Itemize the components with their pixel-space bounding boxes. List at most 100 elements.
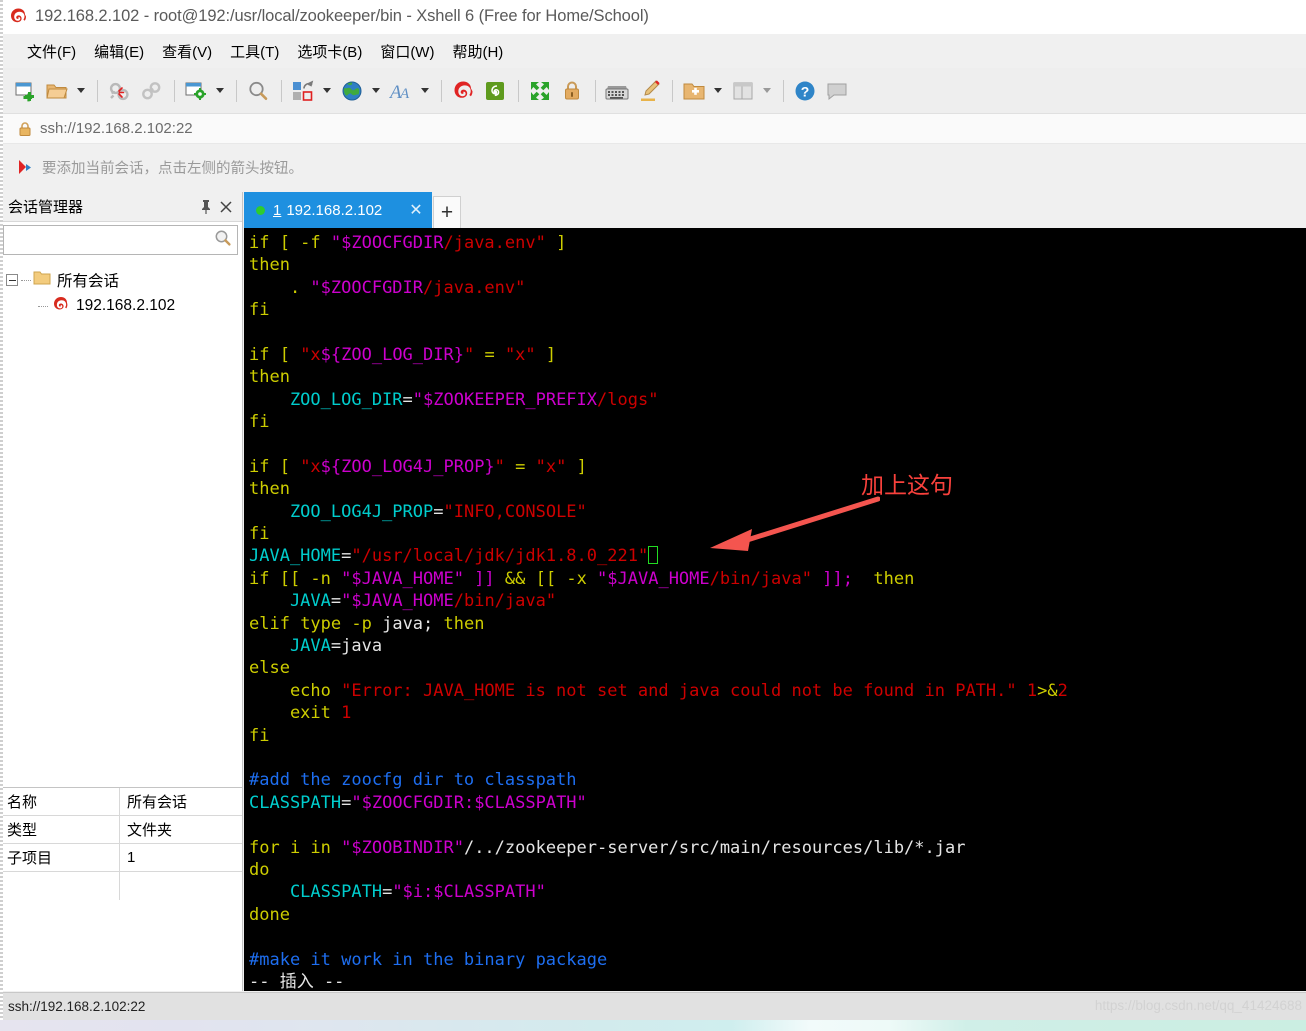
tab-192-168-2-102[interactable]: 1 192.168.2.102 ✕: [244, 192, 432, 228]
terminal-token: "x": [504, 344, 536, 365]
terminal-line: else: [249, 657, 1306, 679]
terminal-token: /../zookeeper-server/src/main/resources/…: [463, 837, 966, 858]
terminal-token: if [[ -n: [249, 568, 342, 589]
terminal-token: -p: [341, 613, 383, 634]
menu-edit[interactable]: 编辑(E): [85, 38, 153, 65]
terminal-token: "x": [535, 456, 567, 477]
address-url: ssh://192.168.2.102:22: [40, 120, 193, 137]
search-icon[interactable]: [214, 229, 232, 252]
fullscreen-icon[interactable]: [525, 76, 555, 106]
terminal-line: CLASSPATH="$ZOOCFGDIR:$CLASSPATH": [249, 792, 1306, 814]
annotation-label: 加上这句: [861, 473, 953, 499]
terminal-token: java: [382, 613, 424, 634]
terminal-line: fi: [249, 299, 1306, 321]
terminal-token: =: [382, 882, 393, 903]
keyboard-icon[interactable]: [602, 76, 632, 106]
terminal-token: done: [249, 904, 290, 925]
session-properties-icon[interactable]: [181, 76, 211, 106]
add-to-folder-icon[interactable]: [679, 76, 709, 106]
add-to-folder-dropdown[interactable]: [711, 76, 724, 106]
collapse-icon[interactable]: [6, 274, 18, 286]
terminal-token: "$ZOOCFGDIR: [330, 233, 444, 253]
new-session-icon[interactable]: [10, 76, 40, 106]
terminal-line: elif type -p java; then: [249, 613, 1306, 635]
menu-help[interactable]: 帮助(H): [443, 38, 512, 65]
terminal-line: ZOO_LOG_DIR="$ZOOKEEPER_PREFIX/logs": [249, 389, 1306, 411]
session-properties-dropdown[interactable]: [213, 76, 226, 106]
globe-icon[interactable]: [337, 76, 367, 106]
terminal-token: fi: [249, 725, 270, 746]
session-search-input[interactable]: [3, 225, 238, 255]
xftp-icon[interactable]: [480, 76, 510, 106]
lock-icon[interactable]: [557, 76, 587, 106]
terminal-token: if [: [249, 456, 301, 477]
terminal-output[interactable]: if [ -f "$ZOOCFGDIR/java.env" ] then . "$…: [244, 228, 1306, 991]
pin-icon[interactable]: [196, 196, 216, 218]
highlight-pen-icon[interactable]: [634, 76, 664, 106]
session-manager-title: 会话管理器: [8, 199, 84, 216]
layout-arrange-icon[interactable]: [288, 76, 318, 106]
split-view-dropdown[interactable]: [760, 76, 773, 106]
tree-root-all-sessions[interactable]: 所有会话: [6, 267, 242, 293]
terminal-token: ": [463, 344, 475, 365]
new-tab-button[interactable]: +: [433, 196, 461, 228]
disconnect-icon[interactable]: [104, 76, 134, 106]
terminal-line: if [ "x${ZOO_LOG_DIR}" = "x" ]: [249, 344, 1306, 366]
terminal-token: ${ZOO_LOG4J_PROP}: [320, 456, 495, 477]
folder-icon: [33, 270, 51, 290]
terminal-token: /java.env": [423, 277, 526, 298]
menu-window[interactable]: 窗口(W): [371, 38, 443, 65]
terminal-token: =: [433, 501, 444, 522]
terminal-token: if [ -f: [249, 233, 331, 253]
terminal-token: "$ZOOCFGDIR: [310, 277, 424, 298]
address-bar[interactable]: ssh://192.168.2.102:22: [0, 113, 1306, 144]
menu-tabs[interactable]: 选项卡(B): [288, 38, 371, 65]
tree-item-session[interactable]: 192.168.2.102: [6, 293, 242, 319]
property-value: 文件夹: [127, 822, 173, 839]
close-icon[interactable]: [216, 196, 236, 218]
terminal-line: then: [249, 366, 1306, 388]
terminal-line: then: [249, 478, 1306, 500]
terminal-token: then: [443, 613, 485, 634]
terminal-token: "$JAVA_HOME: [341, 591, 454, 612]
menu-view[interactable]: 查看(V): [153, 38, 221, 65]
terminal-line: fi: [249, 725, 1306, 747]
split-view-icon[interactable]: [728, 76, 758, 106]
font-dropdown[interactable]: [418, 76, 431, 106]
terminal-line: done: [249, 904, 1306, 926]
property-row-empty: [0, 872, 242, 900]
xshell-logo-icon: [8, 7, 28, 27]
notice-bar: 要添加当前会话，点击左侧的箭头按钮。: [0, 145, 1306, 189]
terminal-token: then: [249, 367, 290, 388]
globe-dropdown[interactable]: [369, 76, 382, 106]
window-title: 192.168.2.102 - root@192:/usr/local/zook…: [35, 7, 649, 25]
open-folder-dropdown[interactable]: [74, 76, 87, 106]
terminal-token: JAVA: [249, 636, 331, 657]
close-icon[interactable]: ✕: [408, 200, 424, 220]
menu-file[interactable]: 文件(F): [18, 38, 85, 65]
layout-arrange-dropdown[interactable]: [320, 76, 333, 106]
svg-text:?: ?: [801, 83, 810, 99]
toolbar-separator: [783, 79, 784, 102]
terminal-cursor: [648, 546, 659, 565]
terminal-line: #add the zoocfg dir to classpath: [249, 769, 1306, 791]
terminal-token: fi: [249, 524, 270, 545]
help-icon[interactable]: ?: [790, 76, 820, 106]
terminal-token: type: [300, 613, 342, 634]
terminal-token: "$JAVA_HOME": [341, 568, 464, 589]
watermark: https://blog.csdn.net/qq_41424688: [1094, 998, 1302, 1013]
terminal-token: elif: [249, 613, 301, 634]
comment-icon[interactable]: [822, 76, 852, 106]
menu-tools[interactable]: 工具(T): [221, 38, 288, 65]
reconnect-link-icon[interactable]: [136, 76, 166, 106]
terminal-token: =: [504, 456, 536, 477]
terminal-token: /java.env": [443, 233, 546, 253]
red-arrow-flag-icon[interactable]: [15, 157, 35, 177]
find-icon[interactable]: [243, 76, 273, 106]
terminal-token: /logs": [597, 389, 659, 410]
open-folder-icon[interactable]: [42, 76, 72, 106]
xshell-icon[interactable]: [448, 76, 478, 106]
terminal-token: =: [341, 792, 352, 813]
font-icon[interactable]: A A: [386, 76, 416, 106]
terminal-token: =: [402, 389, 413, 410]
